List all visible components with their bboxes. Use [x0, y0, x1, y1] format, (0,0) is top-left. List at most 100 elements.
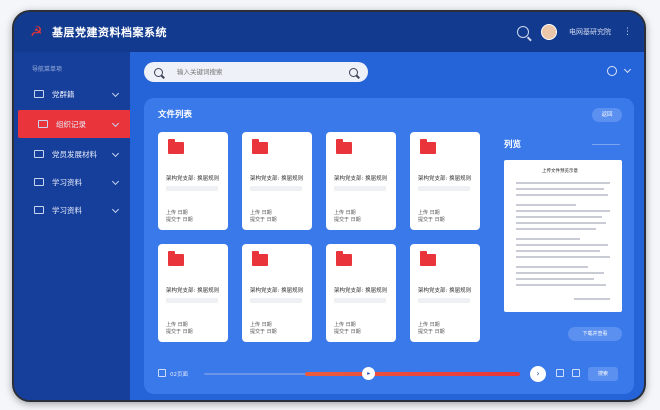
- search-icon[interactable]: [349, 67, 358, 77]
- document-preview[interactable]: 上传文件预览示意: [504, 160, 622, 312]
- folder-icon: [252, 139, 268, 154]
- page-icon: [158, 369, 166, 377]
- file-card[interactable]: 架构党支部: 换届规则 上传 日期 提交于 日期: [410, 244, 480, 342]
- file-card[interactable]: 架构党支部: 换届规则 上传 日期 提交于 日期: [326, 132, 396, 230]
- preview-text-line: [516, 266, 588, 268]
- book-icon: [34, 178, 44, 186]
- preview-text-line: [516, 250, 600, 252]
- preview-text-line: [516, 210, 610, 212]
- play-icon: [34, 206, 44, 214]
- preview-text-line: [516, 216, 602, 218]
- folder-icon: [420, 251, 436, 266]
- file-name: 架构党支部: 换届规则: [334, 176, 388, 182]
- file-list-panel: 文件列表 返回 架构党支部: 换届规则 上传 日期 提交于 日期 架构党支部: …: [144, 98, 634, 394]
- chevron-down-icon: [111, 149, 120, 158]
- chevron-down-icon[interactable]: [623, 65, 632, 74]
- grid-icon[interactable]: [556, 369, 564, 377]
- preview-text-line: [516, 284, 606, 286]
- sidebar-item-label: 党员发展材料: [52, 149, 97, 159]
- preview-text-line: [516, 204, 576, 206]
- file-meta: 上传 日期 提交于 日期: [418, 322, 445, 335]
- preview-text-line: [516, 182, 610, 184]
- file-card[interactable]: 架构党支部: 换届规则 上传 日期 提交于 日期: [242, 132, 312, 230]
- chevron-down-icon: [111, 119, 120, 128]
- back-button[interactable]: 返回: [592, 108, 622, 122]
- timeline-progress: [305, 372, 520, 376]
- preview-text-line: [516, 278, 594, 280]
- file-card[interactable]: 架构党支部: 换届规则 上传 日期 提交于 日期: [158, 132, 228, 230]
- folder-icon: [168, 139, 184, 154]
- folder-icon: [420, 139, 436, 154]
- preview-doc-title: 上传文件预览示意: [542, 169, 578, 174]
- sidebar: 导航菜单项 党群籍 组织记录 党员发展材料 学习资料 学习资料: [14, 52, 130, 400]
- sidebar-item-party[interactable]: 党群籍: [14, 80, 130, 108]
- file-name: 架构党支部: 换届规则: [250, 288, 304, 294]
- file-name: 架构党支部: 换届规则: [334, 288, 388, 294]
- file-summary: [334, 298, 386, 303]
- chevron-down-icon: [111, 177, 120, 186]
- file-summary: [166, 186, 218, 191]
- avatar[interactable]: [541, 24, 557, 40]
- main-area: 文件列表 返回 架构党支部: 换届规则 上传 日期 提交于 日期 架构党支部: …: [130, 52, 644, 400]
- party-emblem-icon: ☭: [30, 24, 43, 40]
- sidebar-item-study[interactable]: 学习资料: [14, 168, 130, 196]
- arrow-right-icon[interactable]: ›: [530, 366, 546, 382]
- top-bar: ☭ 基层党建资料档案系统 电网基研究院 ⋮: [14, 12, 644, 52]
- sidebar-item-development[interactable]: 党员发展材料: [14, 140, 130, 168]
- divider: [592, 144, 620, 145]
- sidebar-item-study-2[interactable]: 学习资料: [14, 196, 130, 224]
- file-meta: 上传 日期 提交于 日期: [166, 322, 193, 335]
- file-card[interactable]: 架构党支部: 换届规则 上传 日期 提交于 日期: [326, 244, 396, 342]
- app-title: 基层党建资料档案系统: [52, 26, 167, 39]
- sidebar-item-label: 学习资料: [52, 177, 82, 187]
- file-summary: [166, 298, 218, 303]
- preview-text-line: [516, 256, 610, 258]
- sidebar-item-label: 学习资料: [52, 205, 82, 215]
- search-bar[interactable]: [144, 62, 368, 82]
- file-list-title: 文件列表: [158, 110, 193, 120]
- preview-text-line: [516, 194, 608, 196]
- play-icon[interactable]: ▸: [362, 367, 376, 380]
- file-meta: 上传 日期 提交于 日期: [418, 210, 445, 223]
- file-summary: [334, 186, 386, 191]
- file-summary: [418, 298, 470, 303]
- search-icon[interactable]: [154, 67, 163, 77]
- timeline-bar: 02页面 ▸ › 搜索: [154, 364, 624, 386]
- file-name: 架构党支部: 换届规则: [418, 176, 472, 182]
- more-icon[interactable]: ⋮: [623, 27, 632, 37]
- folder-icon: [336, 251, 352, 266]
- chevron-down-icon: [111, 89, 120, 98]
- sidebar-caption: 导航菜单项: [32, 66, 63, 73]
- file-meta: 上传 日期 提交于 日期: [250, 322, 277, 335]
- search-icon[interactable]: [607, 66, 617, 76]
- file-name: 架构党支部: 换届规则: [250, 176, 304, 182]
- preview-text-line: [516, 244, 608, 246]
- folder-icon: [168, 251, 184, 266]
- file-meta: 上传 日期 提交于 日期: [334, 322, 361, 335]
- app-window: ☭ 基层党建资料档案系统 电网基研究院 ⋮ 导航菜单项 党群籍 组织记录 党员发…: [12, 10, 646, 402]
- sidebar-item-organization[interactable]: 组织记录: [18, 110, 130, 138]
- preview-text-line: [516, 228, 596, 230]
- timeline-label: 02页面: [170, 372, 188, 378]
- file-card[interactable]: 架构党支部: 换届规则 上传 日期 提交于 日期: [242, 244, 312, 342]
- chevron-down-icon: [111, 205, 120, 214]
- file-summary: [418, 186, 470, 191]
- file-summary: [250, 298, 302, 303]
- image-icon[interactable]: [572, 369, 580, 377]
- file-meta: 上传 日期 提交于 日期: [166, 210, 193, 223]
- home-icon: [34, 90, 44, 98]
- folder-icon: [38, 120, 48, 128]
- preview-text-line: [516, 188, 604, 190]
- preview-text-line: [516, 222, 606, 224]
- search-input[interactable]: [177, 68, 327, 76]
- preview-text-line: [574, 298, 610, 300]
- file-card[interactable]: 架构党支部: 换届规则 上传 日期 提交于 日期: [410, 132, 480, 230]
- file-name: 架构党支部: 换届规则: [418, 288, 472, 294]
- sidebar-item-label: 党群籍: [52, 89, 75, 99]
- user-name[interactable]: 电网基研究院: [569, 27, 611, 37]
- search-icon[interactable]: [517, 26, 529, 38]
- file-card[interactable]: 架构党支部: 换届规则 上传 日期 提交于 日期: [158, 244, 228, 342]
- preview-text-line: [516, 272, 604, 274]
- download-view-button[interactable]: 下载并查看: [568, 327, 622, 341]
- search-button[interactable]: 搜索: [588, 367, 618, 381]
